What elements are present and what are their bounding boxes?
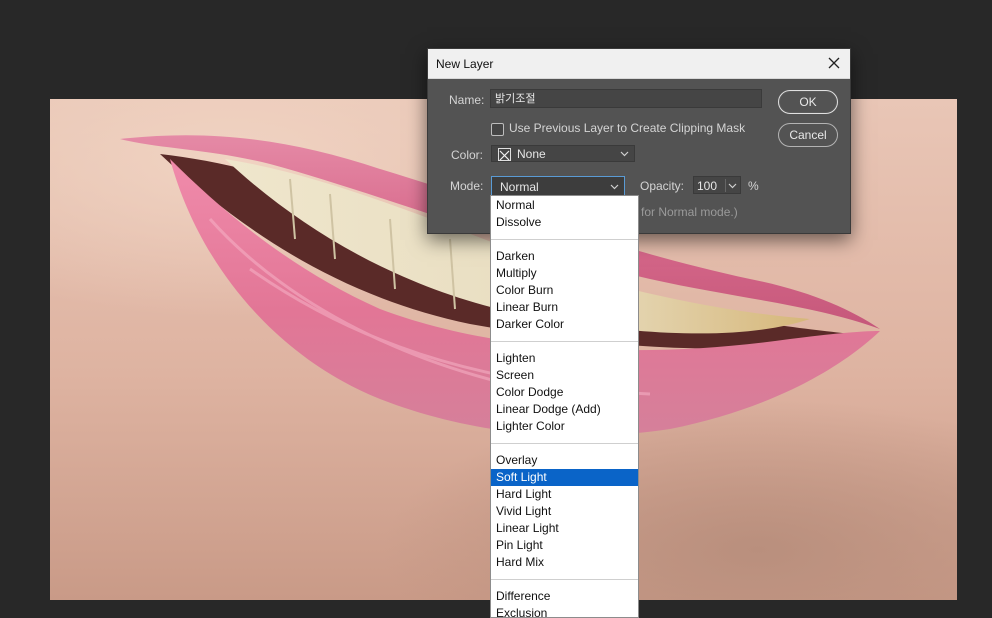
cancel-button[interactable]: Cancel (778, 123, 838, 147)
mode-option[interactable]: Linear Dodge (Add) (491, 401, 638, 418)
opacity-input[interactable]: 100 (693, 176, 741, 194)
mode-option[interactable]: Vivid Light (491, 503, 638, 520)
mode-select[interactable]: Normal (491, 176, 625, 196)
x-swatch-icon (498, 148, 511, 161)
chevron-down-icon[interactable] (728, 177, 737, 202)
opacity-label: Opacity: (640, 179, 685, 193)
mode-option[interactable]: Color Burn (491, 282, 638, 299)
dialog-title: New Layer (436, 57, 494, 71)
color-value: None (517, 147, 546, 161)
chevron-down-icon (620, 146, 629, 168)
dialog-titlebar: New Layer (428, 49, 850, 79)
mode-option[interactable]: Multiply (491, 265, 638, 282)
dropdown-separator (491, 443, 638, 444)
mode-dropdown-list[interactable]: Normal Dissolve Darken Multiply Color Burn Li… (490, 195, 639, 618)
opacity-unit: % (748, 179, 759, 193)
mode-option[interactable]: Darken (491, 248, 638, 265)
mode-option[interactable]: Overlay (491, 452, 638, 469)
mode-option[interactable]: Lighten (491, 350, 638, 367)
opacity-value: 100 (697, 179, 718, 193)
mode-option[interactable]: Hard Light (491, 486, 638, 503)
ok-button[interactable]: OK (778, 90, 838, 114)
name-label: Name: (449, 93, 485, 107)
mode-option[interactable]: Hard Mix (491, 554, 638, 571)
close-icon[interactable] (824, 53, 844, 73)
dropdown-separator (491, 239, 638, 240)
mode-note: for Normal mode.) (641, 205, 738, 219)
mode-option[interactable]: Difference (491, 588, 638, 605)
mode-option[interactable]: Exclusion (491, 605, 638, 617)
color-select[interactable]: None (491, 145, 635, 162)
color-label: Color: (451, 148, 484, 162)
dropdown-separator (491, 341, 638, 342)
opacity-divider (725, 179, 726, 192)
mode-option[interactable]: Screen (491, 367, 638, 384)
mode-option[interactable]: Color Dodge (491, 384, 638, 401)
mode-option[interactable]: Normal (491, 197, 638, 214)
mode-label: Mode: (450, 179, 484, 193)
mode-option[interactable]: Linear Light (491, 520, 638, 537)
mode-option[interactable]: Lighter Color (491, 418, 638, 435)
mode-option[interactable]: Linear Burn (491, 299, 638, 316)
clipping-mask-checkbox[interactable] (491, 123, 504, 136)
clipping-mask-label: Use Previous Layer to Create Clipping Ma… (509, 121, 746, 135)
mode-option[interactable]: Soft Light (491, 469, 638, 486)
mode-option[interactable]: Dissolve (491, 214, 638, 231)
mode-option[interactable]: Pin Light (491, 537, 638, 554)
mode-value: Normal (500, 180, 539, 194)
dropdown-separator (491, 579, 638, 580)
mode-option[interactable]: Darker Color (491, 316, 638, 333)
layer-name-input[interactable]: 밝기조절 (490, 89, 762, 108)
